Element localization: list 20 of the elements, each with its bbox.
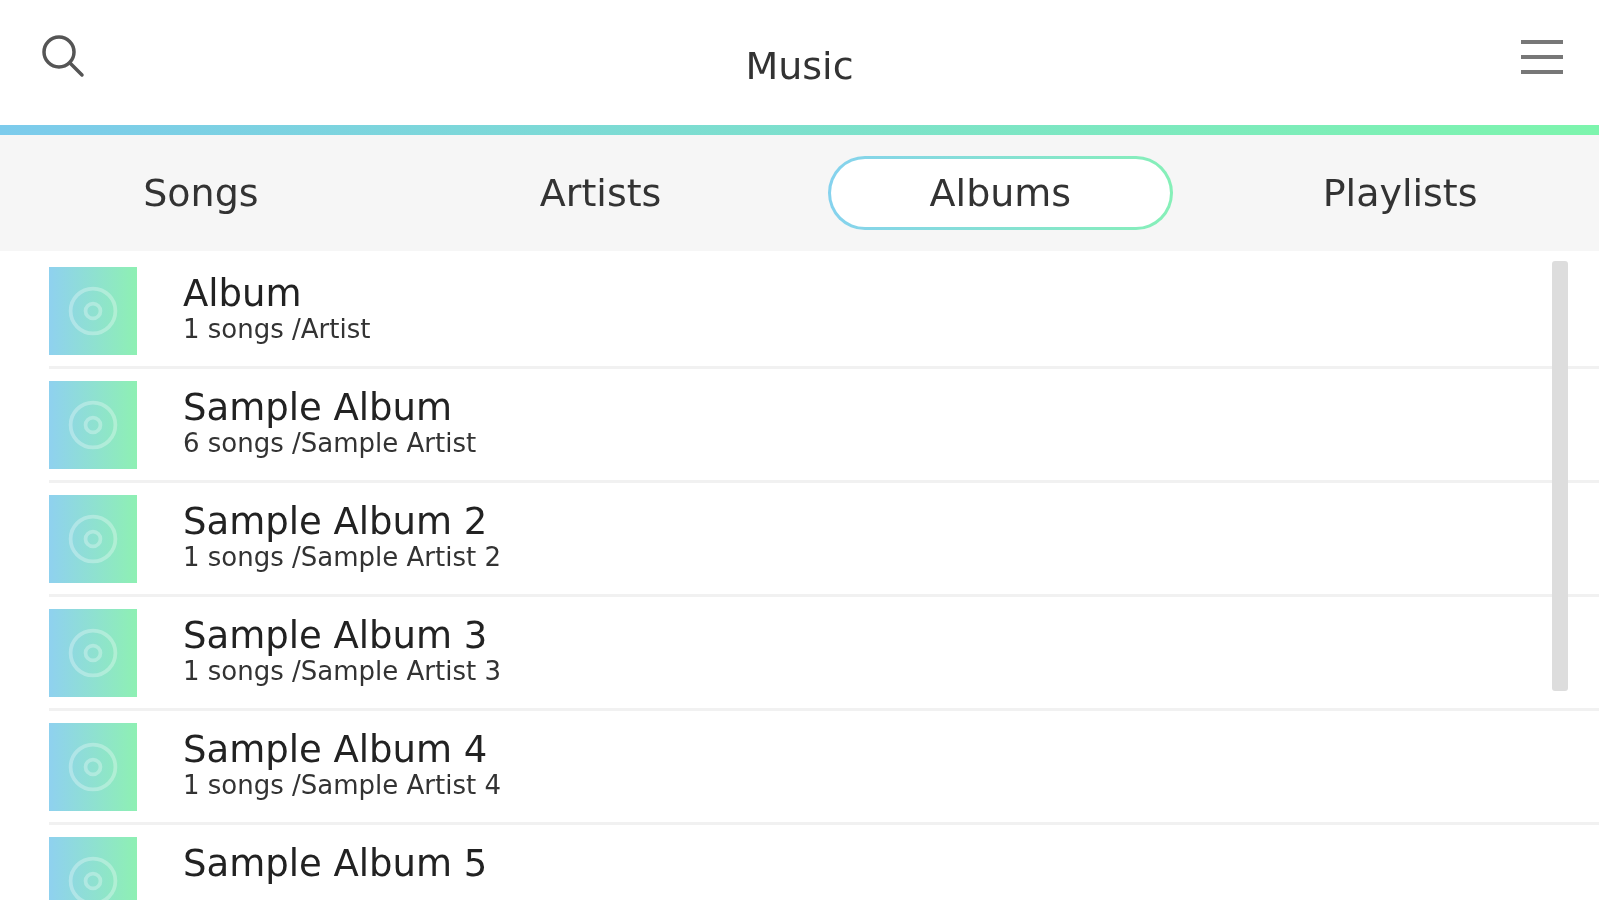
album-title: Album — [183, 273, 303, 315]
scrollbar[interactable] — [1552, 261, 1568, 691]
album-info: 1 songs /Sample Artist 3 — [183, 656, 501, 688]
album-row[interactable]: Sample Album 5 — [49, 825, 1599, 900]
album-title: Sample Album 4 — [183, 729, 489, 771]
album-info: 6 songs /Sample Artist — [183, 428, 477, 460]
tab[interactable]: Playlists — [1227, 156, 1573, 230]
album-title: Sample Album 5 — [183, 843, 488, 885]
album-row[interactable]: Sample Album 4 1 songs /Sample Artist 4 — [49, 711, 1599, 825]
app-title: Music — [745, 44, 854, 88]
tab[interactable]: Songs — [28, 156, 374, 230]
album-info: 1 songs /Artist — [183, 314, 371, 346]
album-title: Sample Album 2 — [183, 501, 489, 543]
album-title: Sample Album 3 — [183, 615, 489, 657]
album-info: 1 songs /Sample Artist 2 — [183, 542, 501, 574]
tab[interactable]: Artists — [428, 156, 774, 230]
album-info: 1 songs /Sample Artist 4 — [183, 770, 501, 802]
menu-icon[interactable] — [1521, 37, 1563, 76]
album-title: Sample Album — [183, 387, 454, 429]
search-icon[interactable] — [40, 32, 86, 79]
